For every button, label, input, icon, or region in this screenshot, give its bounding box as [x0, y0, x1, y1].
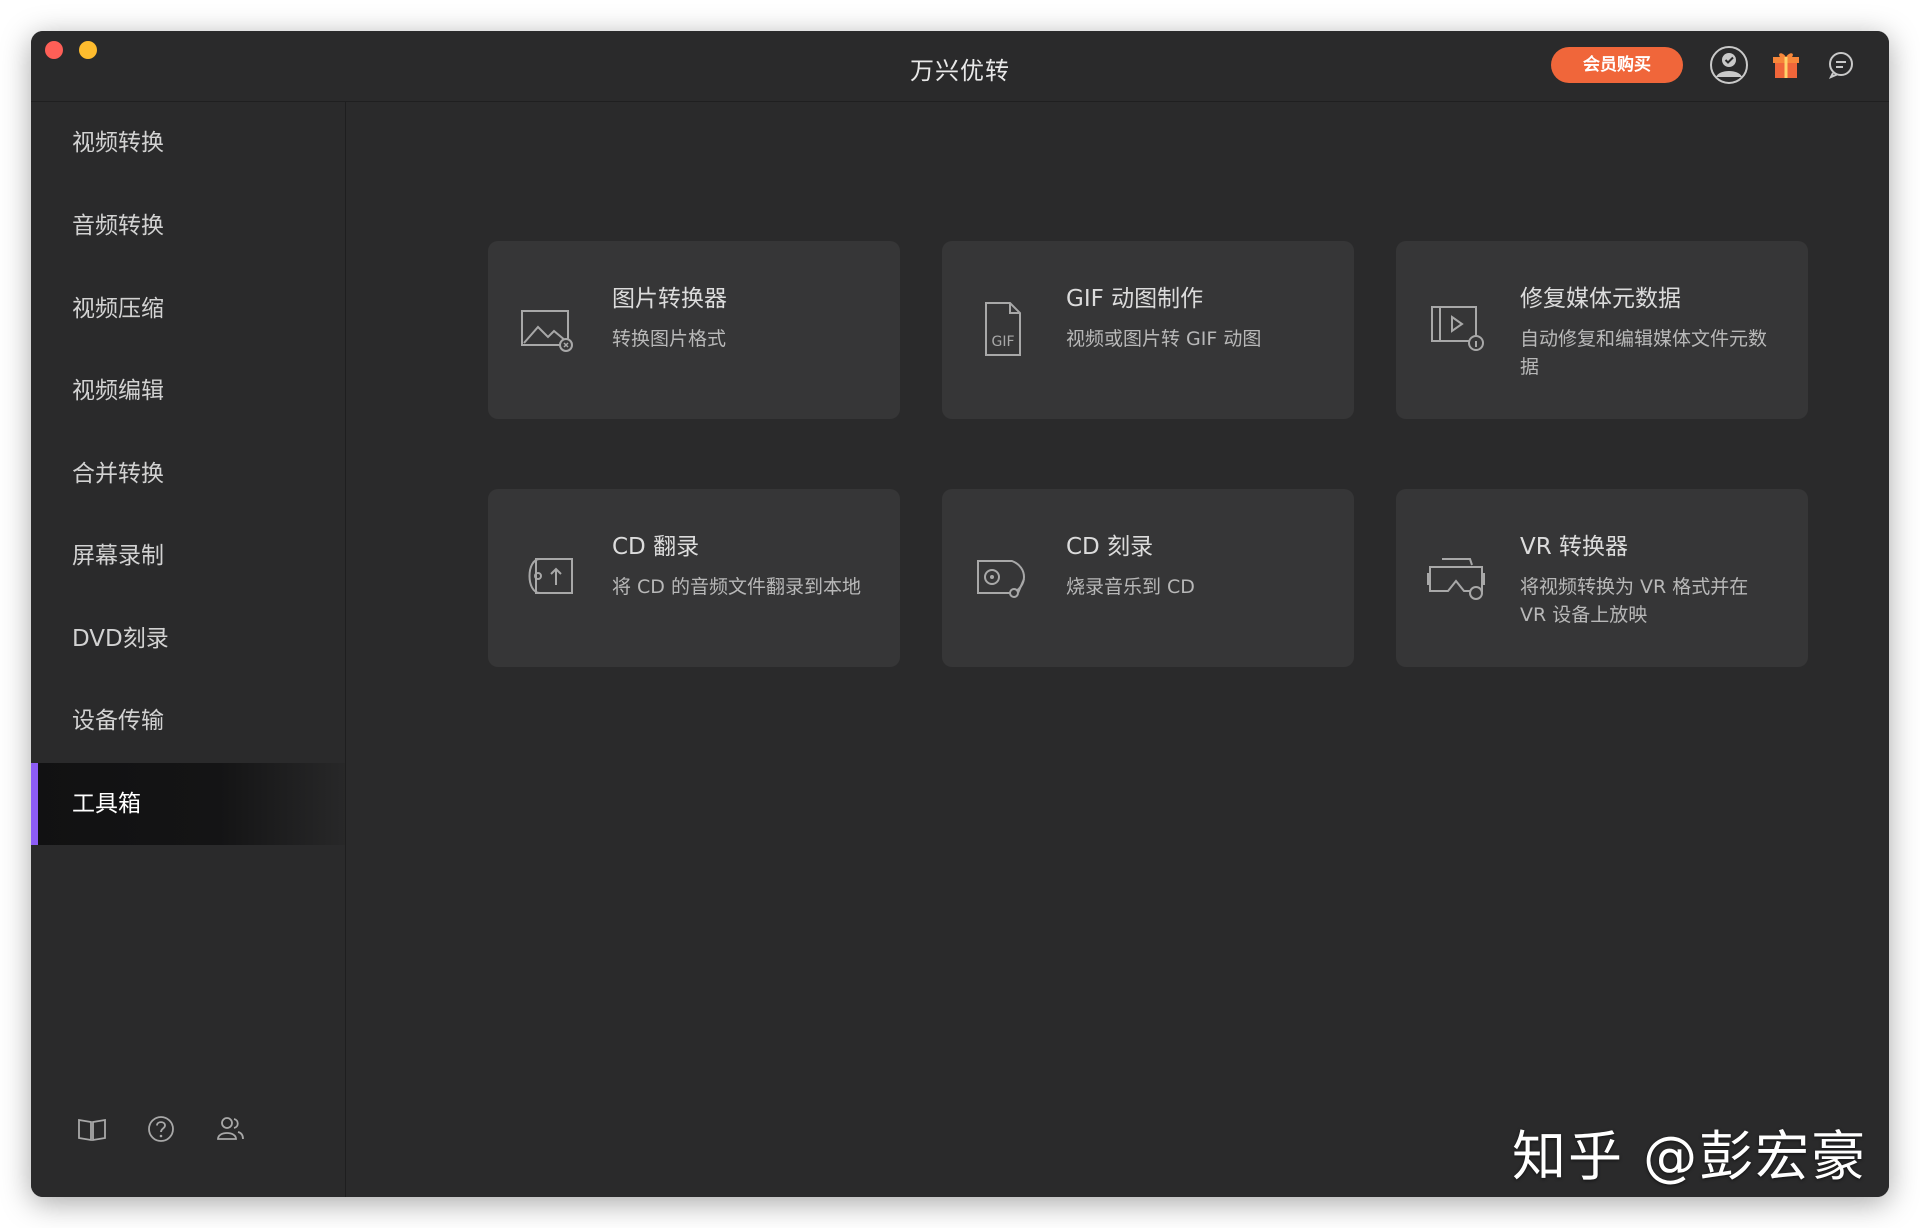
toolbox-panel: 图片转换器 转换图片格式 GIF GIF 动图制作 视频或图片转 GIF 动图 — [346, 102, 1889, 1197]
tool-card-cd-burn[interactable]: CD 刻录 烧录音乐到 CD — [942, 489, 1354, 667]
sidebar-item-audio-convert[interactable]: 音频转换 — [31, 185, 345, 267]
sidebar: 视频转换 音频转换 视频压缩 视频编辑 合并转换 屏幕录制 DVD刻录 设备传输… — [31, 102, 346, 1197]
tool-card-vr-converter[interactable]: VR 转换器 将视频转换为 VR 格式并在 VR 设备上放映 — [1396, 489, 1808, 667]
cd-rip-icon — [518, 547, 578, 607]
sidebar-item-screen-record[interactable]: 屏幕录制 — [31, 515, 345, 597]
sidebar-item-video-edit[interactable]: 视频编辑 — [31, 350, 345, 432]
gift-icon[interactable] — [1766, 45, 1806, 85]
app-window: 万兴优转 会员购买 视频转换 音频转换 视频压缩 视频编辑 合并转换 屏幕录制 … — [31, 31, 1889, 1197]
media-metadata-icon — [1426, 299, 1486, 359]
sidebar-item-toolbox[interactable]: 工具箱 — [31, 763, 345, 845]
card-desc: 自动修复和编辑媒体文件元数据 — [1520, 328, 1768, 378]
feedback-chat-icon[interactable] — [1821, 45, 1861, 85]
watermark-text: 知乎 @彭宏豪 — [1512, 1125, 1868, 1188]
user-account-icon[interactable] — [1709, 45, 1749, 85]
sidebar-item-dvd-burn[interactable]: DVD刻录 — [31, 598, 345, 680]
cd-burn-icon — [972, 547, 1032, 607]
sidebar-item-device-transfer[interactable]: 设备传输 — [31, 680, 345, 762]
book-guide-icon[interactable] — [75, 1112, 109, 1146]
svg-text:GIF: GIF — [991, 334, 1014, 350]
card-desc: 将视频转换为 VR 格式并在 VR 设备上放映 — [1520, 576, 1749, 626]
tool-card-cd-rip[interactable]: CD 翻录 将 CD 的音频文件翻录到本地 — [488, 489, 900, 667]
tool-card-image-converter[interactable]: 图片转换器 转换图片格式 — [488, 241, 900, 419]
help-icon[interactable] — [144, 1112, 178, 1146]
image-convert-icon — [518, 299, 578, 359]
vip-purchase-button[interactable]: 会员购买 — [1551, 47, 1683, 83]
card-title: GIF 动图制作 — [1066, 286, 1204, 312]
card-title: CD 刻录 — [1066, 534, 1154, 560]
tool-card-gif-maker[interactable]: GIF GIF 动图制作 视频或图片转 GIF 动图 — [942, 241, 1354, 419]
sidebar-item-video-convert[interactable]: 视频转换 — [31, 102, 345, 184]
card-title: CD 翻录 — [612, 534, 700, 560]
card-desc: 将 CD 的音频文件翻录到本地 — [612, 576, 861, 598]
sidebar-item-merge-convert[interactable]: 合并转换 — [31, 433, 345, 515]
sidebar-item-video-compress[interactable]: 视频压缩 — [31, 268, 345, 350]
card-desc: 视频或图片转 GIF 动图 — [1066, 328, 1262, 350]
gif-file-icon: GIF — [972, 299, 1032, 359]
tool-card-fix-metadata[interactable]: 修复媒体元数据 自动修复和编辑媒体文件元数据 — [1396, 241, 1808, 419]
card-desc: 烧录音乐到 CD — [1066, 576, 1195, 598]
community-users-icon[interactable] — [213, 1112, 247, 1146]
card-title: 图片转换器 — [612, 286, 727, 312]
card-desc: 转换图片格式 — [612, 328, 727, 350]
vr-headset-icon — [1426, 547, 1486, 607]
card-title: VR 转换器 — [1520, 534, 1629, 560]
title-bar: 万兴优转 会员购买 — [31, 31, 1889, 102]
card-title: 修复媒体元数据 — [1520, 286, 1681, 312]
